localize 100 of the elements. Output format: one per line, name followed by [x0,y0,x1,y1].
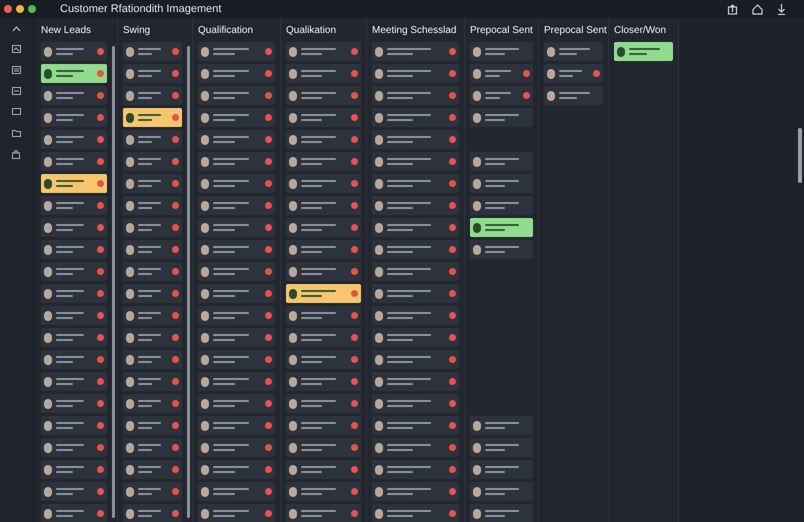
lead-card[interactable] [372,218,459,237]
lead-card[interactable] [123,284,182,303]
lead-card[interactable] [286,306,361,325]
lead-card[interactable] [123,218,182,237]
lead-card[interactable] [286,240,361,259]
lead-card[interactable] [470,504,533,522]
image-icon[interactable] [12,45,20,53]
lead-card[interactable] [198,152,275,171]
lead-card[interactable] [123,394,182,413]
lead-card[interactable] [614,42,673,61]
lead-card[interactable] [123,64,182,83]
lead-card[interactable] [470,42,533,61]
lead-card[interactable] [198,350,275,369]
lead-card[interactable] [470,482,533,501]
monitor-icon[interactable] [12,108,20,116]
lead-card[interactable] [41,262,107,281]
lead-card[interactable] [198,328,275,347]
chevron-up-icon[interactable] [12,26,20,32]
lead-card[interactable] [41,394,107,413]
lead-card[interactable] [372,504,459,522]
lead-card[interactable] [41,438,107,457]
lead-card[interactable] [544,42,603,61]
close-button[interactable] [4,5,12,13]
lead-card[interactable] [41,482,107,501]
lead-card[interactable] [372,240,459,259]
lead-card[interactable] [41,306,107,325]
lead-card[interactable] [372,438,459,457]
lead-card[interactable] [123,152,182,171]
bag-icon[interactable] [12,150,20,159]
lead-card[interactable] [41,350,107,369]
lead-card[interactable] [123,306,182,325]
download-icon[interactable] [777,4,786,14]
lead-card[interactable] [286,416,361,435]
lead-card[interactable] [41,504,107,522]
lead-card[interactable] [41,328,107,347]
lead-card[interactable] [544,86,603,105]
lead-card[interactable] [372,394,459,413]
lead-card[interactable] [470,438,533,457]
lead-card[interactable] [372,372,459,391]
lead-card[interactable] [286,42,361,61]
lead-card[interactable] [286,394,361,413]
lead-card[interactable] [198,86,275,105]
lead-card[interactable] [470,460,533,479]
lead-card[interactable] [123,130,182,149]
lead-card[interactable] [41,86,107,105]
folder-icon[interactable] [12,129,20,137]
lead-card[interactable] [198,108,275,127]
lead-card[interactable] [198,504,275,522]
column-scrollbar[interactable] [112,46,115,518]
lead-card[interactable] [286,460,361,479]
maximize-button[interactable] [28,5,36,13]
lead-card[interactable] [198,42,275,61]
lead-card[interactable] [123,482,182,501]
lead-card[interactable] [198,394,275,413]
lead-card[interactable] [372,350,459,369]
lead-card[interactable] [41,64,107,83]
lead-card[interactable] [198,284,275,303]
lead-card[interactable] [286,262,361,281]
home-icon[interactable] [752,4,763,14]
lead-card[interactable] [372,196,459,215]
lead-card[interactable] [372,108,459,127]
lead-card[interactable] [123,416,182,435]
lead-card[interactable] [123,86,182,105]
minimize-button[interactable] [16,5,24,13]
lead-card[interactable] [372,152,459,171]
lead-card[interactable] [198,64,275,83]
lead-card[interactable] [372,42,459,61]
lead-card[interactable] [41,416,107,435]
lead-card[interactable] [198,130,275,149]
lead-card[interactable] [123,174,182,193]
lead-card[interactable] [123,42,182,61]
lead-card[interactable] [123,262,182,281]
lead-card[interactable] [286,284,361,303]
column-scrollbar[interactable] [187,46,190,518]
lead-card[interactable] [41,108,107,127]
lead-card[interactable] [372,262,459,281]
lead-card[interactable] [470,152,533,171]
lead-card[interactable] [372,416,459,435]
share-icon[interactable] [727,4,738,14]
list-icon[interactable] [12,66,20,74]
lead-card[interactable] [372,130,459,149]
lead-card[interactable] [372,284,459,303]
lead-card[interactable] [544,64,603,83]
lead-card[interactable] [372,174,459,193]
lead-card[interactable] [470,108,533,127]
lead-card[interactable] [286,372,361,391]
lead-card[interactable] [470,416,533,435]
lead-card[interactable] [286,86,361,105]
lead-card[interactable] [41,42,107,61]
lead-card[interactable] [198,262,275,281]
lead-card[interactable] [286,504,361,522]
lead-card[interactable] [286,174,361,193]
lead-card[interactable] [286,438,361,457]
lead-card[interactable] [470,174,533,193]
lead-card[interactable] [41,460,107,479]
lead-card[interactable] [198,460,275,479]
lead-card[interactable] [123,438,182,457]
lead-card[interactable] [470,86,533,105]
lead-card[interactable] [470,64,533,83]
lead-card[interactable] [372,306,459,325]
